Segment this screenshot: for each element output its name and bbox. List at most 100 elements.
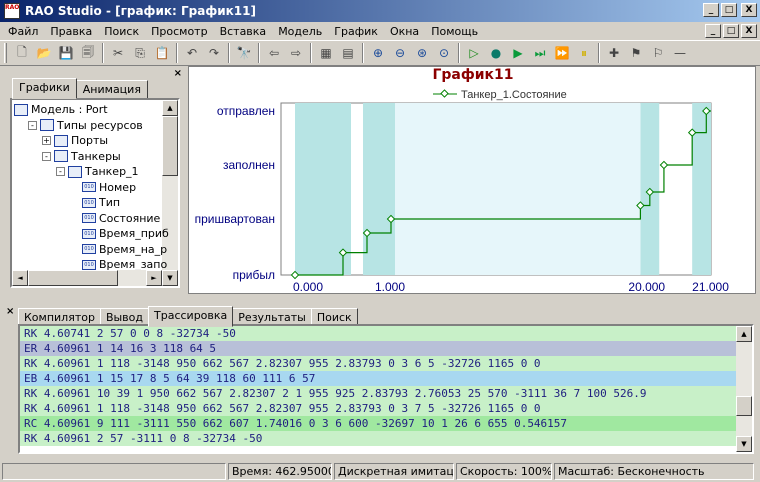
chart-svg: прибыл пришвартован заполнен отправлен 0.000… bbox=[195, 89, 730, 293]
save-all-button[interactable]: 🗐 bbox=[77, 42, 99, 64]
h-scroll-thumb[interactable] bbox=[28, 270, 118, 286]
cut-button[interactable]: ✂ bbox=[107, 42, 129, 64]
properties-button[interactable]: ▦ bbox=[315, 42, 337, 64]
tree-item[interactable]: 010 Тип bbox=[70, 195, 120, 210]
step-into-button[interactable]: ⏭ bbox=[529, 42, 551, 64]
panel-close-button[interactable]: × bbox=[174, 68, 182, 79]
x-tick-label: 21.000 bbox=[692, 280, 729, 293]
run-button[interactable]: ▷ bbox=[463, 42, 485, 64]
tab-charts[interactable]: Графики bbox=[12, 78, 77, 99]
menu-item-6[interactable]: График bbox=[328, 25, 384, 38]
collapse-icon[interactable]: - bbox=[28, 120, 37, 130]
copy-button[interactable]: ⎘ bbox=[129, 42, 151, 64]
open-file-button[interactable]: 📂 bbox=[33, 42, 55, 64]
tree-item-label: Тип bbox=[99, 196, 121, 209]
back-button[interactable]: ⇦ bbox=[263, 42, 285, 64]
menu-bar: Файл Правка Поиск Просмотр Вставка Модель Граф… bbox=[0, 22, 760, 40]
bookmark-next-button[interactable]: ⚐ bbox=[647, 42, 669, 64]
paste-button[interactable]: 📋 bbox=[151, 42, 173, 64]
tab-animation[interactable]: Анимация bbox=[75, 80, 148, 99]
stop-button[interactable]: ● bbox=[485, 42, 507, 64]
menu-item-5[interactable]: Модель bbox=[272, 25, 328, 38]
tree-item[interactable]: 010 Время_приб bbox=[70, 226, 169, 241]
cut-icon: ✂ bbox=[112, 46, 124, 60]
y-tick-label: прибыл bbox=[233, 268, 275, 282]
add-button[interactable]: ✚ bbox=[603, 42, 625, 64]
undo-button[interactable]: ↶ bbox=[181, 42, 203, 64]
new-file-button[interactable]: 🗋 bbox=[11, 42, 33, 64]
zoom-in-button[interactable]: ⊕ bbox=[367, 42, 389, 64]
collapse-icon[interactable]: - bbox=[42, 151, 51, 161]
pause-icon: ⏸ bbox=[580, 45, 587, 60]
redo-button[interactable]: ↷ bbox=[203, 42, 225, 64]
tree-item[interactable]: Модель : Port bbox=[14, 102, 108, 117]
menu-item-0[interactable]: Файл bbox=[2, 25, 44, 38]
expand-icon[interactable]: + bbox=[42, 136, 51, 145]
mdi-close-button[interactable]: X bbox=[741, 24, 757, 38]
zoom-fit-button[interactable]: ⊛ bbox=[411, 42, 433, 64]
trace-line: RK 4.60961 10 39 1 950 662 567 2.82307 2… bbox=[20, 386, 736, 401]
scroll-right-button[interactable]: ► bbox=[146, 270, 162, 286]
tree-item-label: Номер bbox=[99, 180, 137, 194]
bookmark-button[interactable]: ⚑ bbox=[625, 42, 647, 64]
menu-item-3[interactable]: Просмотр bbox=[145, 25, 213, 38]
toolbar-grip[interactable] bbox=[4, 43, 7, 63]
trace-scroll-thumb[interactable] bbox=[736, 396, 752, 416]
toolbar-separator bbox=[102, 43, 104, 63]
legend-marker bbox=[440, 89, 449, 98]
scroll-thumb[interactable] bbox=[162, 116, 178, 176]
copy-icon: ⎘ bbox=[135, 45, 145, 60]
tree-item[interactable]: - Танкеры bbox=[42, 149, 121, 164]
step-button[interactable]: ▶ bbox=[507, 42, 529, 64]
collapse-icon[interactable]: - bbox=[56, 167, 65, 176]
menu-item-2[interactable]: Поиск bbox=[98, 25, 145, 38]
minus-button[interactable]: — bbox=[669, 42, 691, 64]
parameter-icon: 010 bbox=[82, 197, 96, 208]
zoom-out-button[interactable]: ⊖ bbox=[389, 42, 411, 64]
trace-scroll-up-button[interactable]: ▲ bbox=[736, 326, 752, 342]
run-icon: ▷ bbox=[469, 46, 479, 60]
zoom-out-icon: ⊖ bbox=[394, 46, 406, 60]
redo-icon: ↷ bbox=[208, 46, 220, 60]
scroll-up-button[interactable]: ▲ bbox=[162, 100, 178, 116]
zoom-reset-button[interactable]: ⊙ bbox=[433, 42, 455, 64]
save-button[interactable]: 💾 bbox=[55, 42, 77, 64]
tree-item[interactable]: 010 Номер bbox=[70, 180, 136, 195]
tree-item[interactable]: 010 Время_на_р bbox=[70, 242, 167, 257]
menu-item-1[interactable]: Правка bbox=[44, 25, 98, 38]
parameter-icon: 010 bbox=[82, 259, 96, 270]
mdi-minimize-button[interactable]: _ bbox=[705, 24, 721, 38]
legend-label: Танкер_1.Состояние bbox=[461, 89, 567, 101]
step-over-button[interactable]: ⏩ bbox=[551, 42, 573, 64]
tree-item-label: Время_приб bbox=[99, 227, 169, 240]
output-close-button[interactable]: × bbox=[6, 306, 14, 317]
scroll-down-button[interactable]: ▼ bbox=[162, 270, 178, 286]
chart-button[interactable]: ▤ bbox=[337, 42, 359, 64]
tree-item-label: Состояние bbox=[99, 211, 161, 225]
resource-icon bbox=[54, 134, 68, 147]
menu-item-8[interactable]: Помощь bbox=[425, 25, 484, 38]
forward-button[interactable]: ⇨ bbox=[285, 42, 307, 64]
tab-output-2[interactable]: Трассировка bbox=[148, 306, 234, 327]
close-button[interactable]: X bbox=[741, 3, 757, 17]
tree-item[interactable]: 010 Состояние bbox=[70, 211, 160, 226]
tree-item[interactable]: - Танкер_1 bbox=[56, 164, 139, 179]
save-all-icon: 🗐 bbox=[82, 44, 94, 59]
menu-item-4[interactable]: Вставка bbox=[214, 25, 273, 38]
minimize-button[interactable]: _ bbox=[703, 3, 719, 17]
menu-item-7[interactable]: Окна bbox=[384, 25, 425, 38]
properties-icon: ▦ bbox=[320, 46, 332, 60]
zoom-fit-icon: ⊛ bbox=[416, 46, 428, 60]
maximize-button[interactable]: □ bbox=[721, 3, 737, 17]
scroll-left-button[interactable]: ◄ bbox=[12, 270, 28, 286]
pause-button[interactable]: ⏸ bbox=[573, 42, 595, 64]
resource-icon bbox=[40, 119, 54, 131]
mdi-restore-button[interactable]: □ bbox=[723, 24, 739, 38]
tree-horizontal-scrollbar[interactable]: ◄ ► bbox=[12, 270, 162, 286]
trace-scroll-down-button[interactable]: ▼ bbox=[736, 436, 752, 452]
tree-item[interactable]: + Порты bbox=[42, 133, 108, 148]
trace-vertical-scrollbar[interactable]: ▲ ▼ bbox=[736, 326, 752, 452]
tree-item-label: Модель : Port bbox=[31, 103, 108, 116]
tree-item[interactable]: - Типы ресурсов bbox=[28, 118, 143, 133]
find-button[interactable]: 🔭 bbox=[233, 42, 255, 64]
